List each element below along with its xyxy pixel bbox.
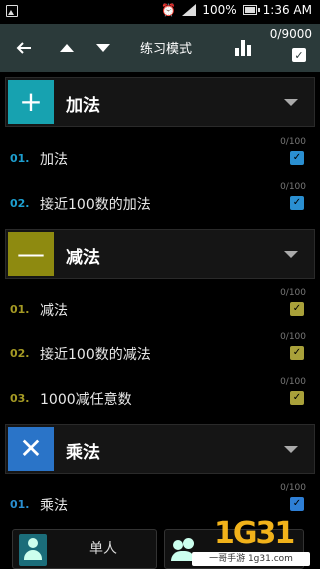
image-notification-icon bbox=[6, 5, 18, 17]
clock: 1:36 AM bbox=[262, 3, 312, 17]
item-label: 1000减任意数 bbox=[40, 392, 132, 408]
category-header-multiplication[interactable]: ✕ 乘法 bbox=[5, 424, 315, 474]
item-number: 01. bbox=[10, 498, 30, 511]
status-right: ⏰ 100% 1:36 AM bbox=[161, 3, 312, 17]
single-player-label: 单人 bbox=[89, 541, 117, 557]
next-button[interactable] bbox=[88, 24, 118, 72]
item-label: 接近100数的加法 bbox=[40, 197, 151, 213]
total-score: 0/9000 bbox=[269, 27, 312, 41]
category-header-subtraction[interactable]: — 减法 bbox=[5, 229, 315, 279]
arrow-left-icon bbox=[16, 42, 31, 54]
single-player-button[interactable]: 单人 bbox=[12, 529, 157, 569]
item-label: 乘法 bbox=[40, 498, 68, 514]
category-label: 加法 bbox=[66, 96, 100, 116]
battery-percent: 100% bbox=[202, 3, 237, 17]
chevron-down-icon bbox=[284, 99, 298, 106]
signal-icon bbox=[182, 4, 197, 16]
item-checkbox[interactable]: ✓ bbox=[290, 497, 304, 511]
alarm-icon: ⏰ bbox=[161, 3, 177, 17]
list-item[interactable]: 01. 乘法 0/100 ✓ bbox=[0, 483, 320, 527]
battery-icon bbox=[242, 5, 260, 15]
item-progress: 0/100 bbox=[280, 332, 306, 342]
list-item[interactable]: 02. 接近100数的加法 0/100 ✓ bbox=[0, 182, 320, 226]
triangle-down-icon bbox=[96, 44, 110, 52]
minus-icon: — bbox=[8, 232, 54, 276]
item-progress: 0/100 bbox=[280, 483, 306, 493]
item-number: 01. bbox=[10, 303, 30, 316]
back-button[interactable] bbox=[6, 24, 42, 72]
item-number: 01. bbox=[10, 152, 30, 165]
item-progress: 0/100 bbox=[280, 288, 306, 298]
item-number: 03. bbox=[10, 392, 30, 405]
triangle-up-icon bbox=[60, 44, 74, 52]
list-item[interactable]: 02. 接近100数的减法 0/100 ✓ bbox=[0, 332, 320, 376]
select-all-checkbox[interactable]: ✓ bbox=[292, 48, 306, 62]
item-progress: 0/100 bbox=[280, 182, 306, 192]
item-label: 接近100数的减法 bbox=[40, 347, 151, 363]
chevron-down-icon bbox=[284, 251, 298, 258]
person-icon bbox=[19, 534, 47, 566]
page-title: 练习模式 bbox=[140, 42, 193, 57]
item-label: 减法 bbox=[40, 303, 68, 319]
list-item[interactable]: 01. 减法 0/100 ✓ bbox=[0, 288, 320, 332]
plus-icon: + bbox=[8, 80, 54, 124]
category-header-addition[interactable]: + 加法 bbox=[5, 77, 315, 127]
item-progress: 0/100 bbox=[280, 137, 306, 147]
item-number: 02. bbox=[10, 347, 30, 360]
category-label: 减法 bbox=[66, 248, 100, 268]
item-label: 加法 bbox=[40, 152, 68, 168]
item-progress: 0/100 bbox=[280, 377, 306, 387]
toolbar: 练习模式 0/9000 ✓ bbox=[0, 24, 320, 72]
item-number: 02. bbox=[10, 197, 30, 210]
category-label: 乘法 bbox=[66, 443, 100, 463]
item-checkbox[interactable]: ✓ bbox=[290, 346, 304, 360]
chevron-down-icon bbox=[284, 446, 298, 453]
item-checkbox[interactable]: ✓ bbox=[290, 391, 304, 405]
list-item[interactable]: 03. 1000减任意数 0/100 ✓ bbox=[0, 377, 320, 421]
multi-player-button[interactable] bbox=[164, 529, 304, 569]
times-icon: ✕ bbox=[8, 427, 54, 471]
previous-button[interactable] bbox=[52, 24, 82, 72]
list-item[interactable]: 01. 加法 0/100 ✓ bbox=[0, 137, 320, 181]
item-checkbox[interactable]: ✓ bbox=[290, 302, 304, 316]
bar-chart-icon bbox=[235, 40, 251, 56]
item-checkbox[interactable]: ✓ bbox=[290, 196, 304, 210]
status-bar: ⏰ 100% 1:36 AM bbox=[0, 0, 320, 24]
statistics-button[interactable] bbox=[230, 24, 256, 72]
item-checkbox[interactable]: ✓ bbox=[290, 151, 304, 165]
group-icon bbox=[171, 536, 195, 562]
